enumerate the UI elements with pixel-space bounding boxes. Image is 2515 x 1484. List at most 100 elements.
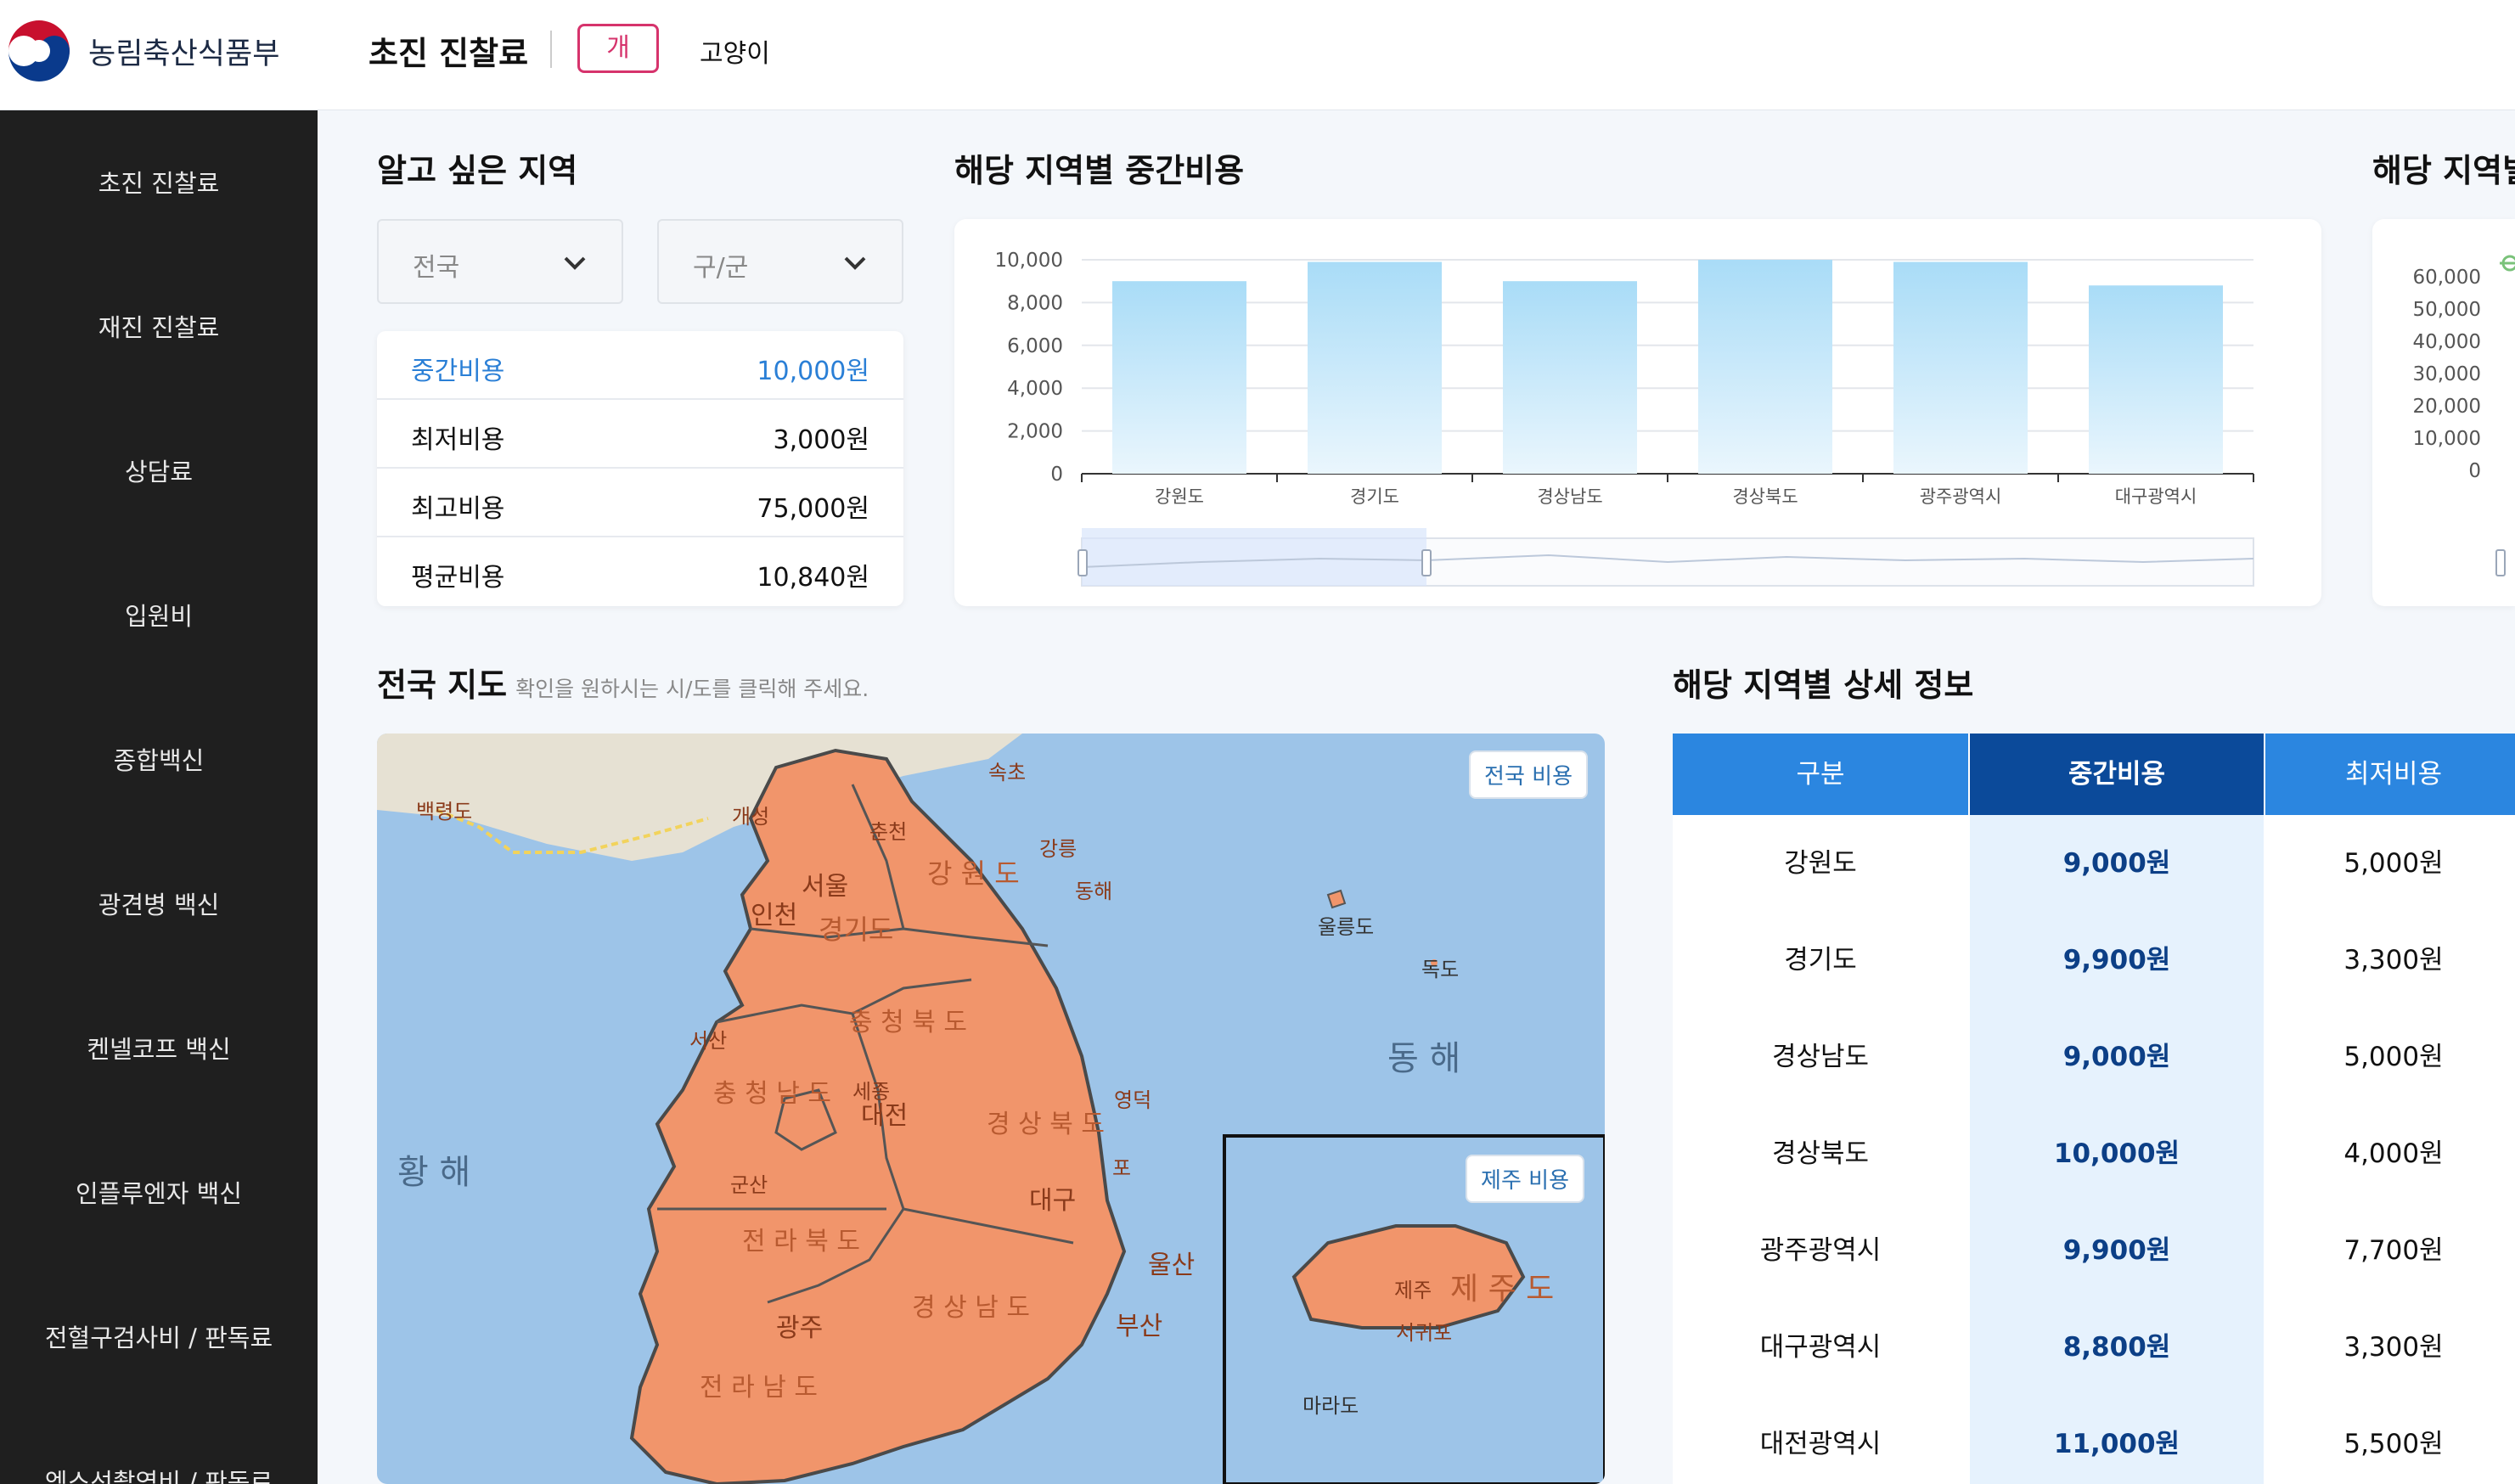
stat-row-min: 최저비용 3,000원 — [377, 400, 903, 469]
stat-label: 평균비용 — [411, 563, 505, 593]
map-label: 충 청 남 도 — [713, 1079, 831, 1109]
table-cell-low: 7,700원 — [2343, 1235, 2444, 1266]
table-cell-region: 강원도 — [1784, 848, 1857, 879]
table-cell-low: 4,000원 — [2343, 1138, 2444, 1169]
x-tick-label: 경기도 — [1350, 486, 1399, 507]
map-label: 백령도 — [416, 800, 472, 824]
stat-row-average: 평균비용 10,840원 — [377, 537, 903, 606]
x-tick-label: 경상남도 — [1537, 486, 1602, 507]
ulleung-island[interactable] — [1326, 889, 1347, 909]
map-label: 경 상 남 도 — [912, 1293, 1030, 1323]
table-cell-low: 5,000원 — [2343, 848, 2444, 879]
right-line-chart: 60,000 50,000 40,000 30,000 20,000 10,000 0 — [2413, 255, 2515, 576]
stat-row-max: 최고비용 75,000원 — [377, 469, 903, 537]
right-chart-title: 해당 지역별 — [2372, 152, 2515, 189]
median-cost-bar-chart: 10,000 8,000 6,000 4,000 2,000 0 강원도 경기도 경상남도 경상… — [995, 250, 2254, 587]
map-title: 전국 지도 확인을 원하시는 시/도를 클릭해 주세요. — [377, 659, 869, 705]
bar[interactable] — [2089, 285, 2223, 474]
sidebar-item-kennel-cough-vaccine[interactable]: 켄넬코프 백신 — [0, 1030, 318, 1065]
map-label: 경기도 — [819, 913, 893, 946]
region-title: 알고 싶은 지역 — [377, 152, 578, 189]
map-label: 포 — [1112, 1156, 1131, 1180]
pet-cat-button[interactable]: 고양이 — [700, 32, 770, 70]
map-label: 전 라 남 도 — [700, 1373, 818, 1402]
sidebar-item-revisit[interactable]: 재진 진찰료 — [0, 308, 318, 344]
province-select[interactable]: 전국 — [377, 219, 623, 304]
table-cell-mid: 9,000원 — [1970, 1009, 2264, 1105]
page-title: 초진 진찰료 — [369, 35, 529, 72]
median-chart-title: 해당 지역별 중간비용 — [954, 152, 1245, 189]
logo[interactable]: 농림축산식품부 — [3, 15, 279, 87]
map-label: 대전 — [861, 1101, 908, 1131]
map-label: 강 원 도 — [927, 857, 1020, 890]
map-label: 서울 — [802, 872, 848, 902]
map-label: 서산 — [689, 1029, 727, 1053]
pet-dog-button[interactable]: 개 — [577, 24, 659, 73]
bar[interactable] — [1698, 260, 1832, 474]
sidebar-item-first-visit[interactable]: 초진 진찰료 — [0, 164, 318, 200]
map-label: 울릉도 — [1318, 915, 1374, 939]
national-cost-button[interactable]: 전국 비용 — [1469, 750, 1588, 799]
y-tick-label: 20,000 — [2413, 396, 2481, 418]
stat-label: 중간비용 — [411, 357, 505, 386]
jeju-cost-button[interactable]: 제주 비용 — [1466, 1155, 1584, 1203]
map-label: 동 해 — [1387, 1039, 1460, 1078]
right-chart-card: 60,000 50,000 40,000 30,000 20,000 10,000 0 — [2372, 219, 2515, 606]
sidebar-item-influenza-vaccine[interactable]: 인플루엔자 백신 — [0, 1174, 318, 1210]
x-tick-label: 강원도 — [1155, 486, 1204, 507]
map-label: 강릉 — [1039, 837, 1077, 861]
map-label: 부산 — [1116, 1312, 1162, 1341]
sidebar-item-combo-vaccine[interactable]: 종합백신 — [0, 741, 318, 777]
table-cell-mid: 10,000원 — [1970, 1105, 2264, 1202]
table-cell-low: 3,300원 — [2343, 1332, 2444, 1363]
table-cell-region: 대구광역시 — [1759, 1332, 1882, 1363]
chart-zoom-slider[interactable] — [1077, 528, 2254, 587]
top-header: 농림축산식품부 초진 진찰료 개 고양이 — [0, 0, 2515, 110]
table-cell-mid: 9,900원 — [1970, 912, 2264, 1009]
korea-map[interactable]: 백령도 개성 춘천 속초 강릉 동해 강 원 도 서울 인천 경기도 울릉도 독… — [377, 734, 1605, 1484]
sidebar-item-xray[interactable]: 엑스선촬영비 / 판독료 — [0, 1463, 318, 1484]
table-cell-region: 경상남도 — [1771, 1042, 1870, 1072]
median-cost-chart-card: 10,000 8,000 6,000 4,000 2,000 0 강원도 경기도 경상남도 경상… — [954, 219, 2321, 606]
map-label: 광주 — [776, 1313, 823, 1343]
sidebar-item-cbc-test[interactable]: 전혈구검사비 / 판독료 — [0, 1318, 318, 1354]
sidebar: 초진 진찰료 재진 진찰료 상담료 입원비 종합백신 광견병 백신 켄넬코프 백… — [0, 110, 318, 1484]
table-cell-mid: 9,000원 — [1970, 815, 2264, 912]
sidebar-item-rabies-vaccine[interactable]: 광견병 백신 — [0, 885, 318, 921]
district-select[interactable]: 구/군 — [657, 219, 903, 304]
zoom-handle-left[interactable] — [2495, 549, 2506, 576]
map-label: 군산 — [730, 1173, 768, 1197]
map-label: 황 해 — [397, 1153, 470, 1192]
detail-title: 해당 지역별 상세 정보 — [1673, 666, 1974, 704]
zoom-handle-right[interactable] — [1421, 549, 1432, 576]
map-label: 울산 — [1148, 1251, 1195, 1280]
map-label: 독도 — [1421, 958, 1459, 981]
district-select-value: 구/군 — [693, 253, 749, 283]
y-tick-label: 0 — [2468, 460, 2481, 482]
table-header-min: 최저비용 — [2265, 734, 2515, 815]
stat-value: 10,840원 — [757, 563, 869, 593]
table-cell-region: 대전광역시 — [1759, 1429, 1882, 1459]
map-label: 전 라 북 도 — [742, 1227, 860, 1256]
y-tick-label: 4,000 — [1007, 378, 1063, 400]
chevron-down-icon — [844, 256, 866, 270]
table-cell-low: 5,500원 — [2343, 1429, 2444, 1459]
map-label: 영덕 — [1114, 1088, 1151, 1112]
map-label: 충 청 북 도 — [849, 1008, 967, 1037]
zoom-handle-left[interactable] — [1077, 549, 1088, 576]
sidebar-item-hospitalization[interactable]: 입원비 — [0, 597, 318, 632]
stat-value: 75,000원 — [757, 494, 869, 524]
sidebar-item-consultation[interactable]: 상담료 — [0, 453, 318, 488]
table-cell-low: 5,000원 — [2343, 1042, 2444, 1072]
taegeuk-logo-icon — [5, 17, 73, 85]
org-name: 농림축산식품부 — [88, 37, 280, 71]
stat-row-median: 중간비용 10,000원 — [377, 331, 903, 400]
x-tick-label: 경상북도 — [1732, 486, 1798, 507]
stat-value: 3,000원 — [773, 425, 869, 455]
bar[interactable] — [1893, 261, 2028, 474]
bar[interactable] — [1112, 281, 1246, 474]
bar[interactable] — [1503, 281, 1637, 474]
bar[interactable] — [1308, 261, 1442, 474]
map-label: 속초 — [988, 761, 1026, 784]
detail-table: 구분 중간비용 최저비용 강원도 9,000원 5,000원 경기도 9,900원 3,3… — [1673, 734, 2515, 1484]
